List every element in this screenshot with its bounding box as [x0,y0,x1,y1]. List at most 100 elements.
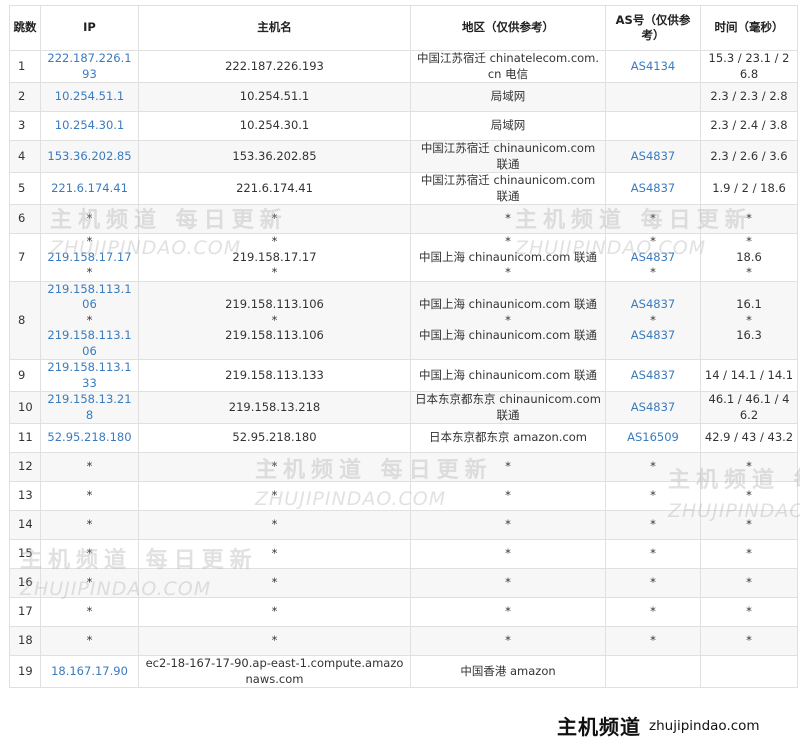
region-cell: 中国上海 chinaunicom.com 联通 [410,359,606,392]
ip-cell: 219.158.113.106 * 219.158.113.106 [40,280,139,360]
hostname-cell-text: 222.187.226.193 [225,58,324,73]
ip-cell: * [40,510,139,540]
header-ip: IP [40,5,139,51]
ip-link[interactable]: 52.95.218.180 [44,430,135,446]
as-cell: AS16509 [605,423,701,453]
ip-cell: * [40,597,139,627]
hop-cell: 13 [9,481,41,511]
hostname-cell: 153.36.202.85 [138,140,411,173]
hop-cell: 12 [9,452,41,482]
time-cell-text: 16.3 [736,328,762,342]
hostname-cell: * [138,481,411,511]
ip-link[interactable]: 219.158.17.17 [44,250,135,266]
time-cell: * [700,481,798,511]
hostname-cell-text: * [271,575,278,590]
hostname-cell: 219.158.113.133 [138,359,411,392]
as-link[interactable]: AS4837 [609,297,697,313]
ip-link[interactable]: 222.187.226.193 [44,51,135,82]
region-cell-text: * [505,633,511,648]
ip-link[interactable]: 219.158.113.106 [44,328,135,359]
hostname-cell: 222.187.226.193 [138,50,411,83]
ip-cell: 10.254.30.1 [40,111,139,141]
time-cell: * 18.6 * [700,233,798,282]
as-link[interactable]: AS4837 [609,181,697,197]
time-cell-text: * [746,633,752,648]
hostname-cell-text: ec2-18-167-17-90.ap-east-1.compute.amazo… [145,656,404,686]
hostname-cell-text: 219.158.113.133 [225,367,324,382]
time-cell-text: * [746,459,752,474]
time-cell: 2.3 / 2.4 / 3.8 [700,111,798,141]
hostname-cell: * [138,539,411,569]
hostname-cell: 10.254.30.1 [138,111,411,141]
region-cell: 中国上海 chinaunicom.com 联通 * 中国上海 chinaunicom… [410,280,606,360]
hop-cell: 17 [9,597,41,627]
region-cell: * [410,204,606,234]
ip-link[interactable]: 10.254.51.1 [44,89,135,105]
time-cell-text: * [746,488,752,503]
as-cell: AS4837 [605,391,701,424]
ip-cell-text: * [86,488,93,503]
ip-link[interactable]: 219.158.113.106 [44,282,135,313]
table-row: 3 10.254.30.1 10.254.30.1 局域网 2.3 / 2.4 / 3.… [9,111,798,141]
region-cell-text: 中国上海 chinaunicom.com 联通 [418,328,597,342]
ip-link[interactable]: 10.254.30.1 [44,118,135,134]
ip-cell-text: * [86,633,93,648]
ip-link[interactable]: 219.158.113.133 [44,360,135,391]
as-link[interactable]: AS4837 [609,328,697,344]
header-time: 时间（毫秒） [700,5,798,51]
region-cell-text: 中国香港 amazon [460,663,556,678]
hostname-cell: * [138,597,411,627]
region-cell-text: * [505,312,511,327]
region-cell-text: 中国上海 chinaunicom.com 联通 [418,297,597,311]
hop-cell: 9 [9,359,41,392]
as-link[interactable]: AS4837 [609,368,697,384]
hop-cell: 16 [9,568,41,598]
ip-cell-text: * [86,459,93,474]
ip-link[interactable]: 219.158.13.218 [44,392,135,423]
as-cell-text: * [650,546,656,561]
as-cell-text: * [650,604,656,619]
region-cell-text: * [505,604,511,619]
region-cell-text: 局域网 [490,118,526,133]
header-hostname: 主机名 [138,5,411,51]
ip-cell: 153.36.202.85 [40,140,139,173]
hostname-cell-text: * [271,459,278,474]
ip-cell: 219.158.113.133 [40,359,139,392]
region-cell: * [410,568,606,598]
ip-cell-text: * [86,265,93,279]
as-link[interactable]: AS4837 [609,250,697,266]
time-cell: 15.3 / 23.1 / 26.8 [700,50,798,83]
hostname-cell-text: 52.95.218.180 [232,430,317,445]
as-cell: AS4134 [605,50,701,83]
table-row: 13 * * * * * [9,481,798,511]
region-cell-text: * [505,211,511,226]
as-cell [605,111,701,141]
region-cell: * [410,597,606,627]
table-row: 7 * 219.158.17.17 * * 219.158.17.17 * * 中国上海 chi… [9,233,798,282]
header-as: AS号（仅供参考） [605,5,701,51]
time-cell-text: 1.9 / 2 / 18.6 [712,180,786,195]
as-link[interactable]: AS4837 [609,400,697,416]
as-cell: * [605,626,701,656]
as-link[interactable]: AS4134 [609,59,697,75]
as-link[interactable]: AS4837 [609,149,697,165]
time-cell: * [700,510,798,540]
as-cell: * [605,597,701,627]
ip-link[interactable]: 221.6.174.41 [44,181,135,197]
hostname-cell-text: 221.6.174.41 [236,180,313,195]
ip-cell: * 219.158.17.17 * [40,233,139,282]
time-cell: * [700,204,798,234]
hostname-cell-text: * [271,604,278,619]
as-link[interactable]: AS16509 [609,430,697,446]
ip-link[interactable]: 153.36.202.85 [44,149,135,165]
region-cell: 日本东京都东京 chinaunicom.com 联通 [410,391,606,424]
hostname-cell-text: 219.158.113.106 [225,297,324,311]
table-row: 15 * * * * * [9,539,798,569]
region-cell: * 中国上海 chinaunicom.com 联通 * [410,233,606,282]
time-cell-text: 46.1 / 46.1 / 46.2 [708,392,790,422]
hop-cell: 6 [9,204,41,234]
region-cell-text: 日本东京都东京 chinaunicom.com 联通 [415,392,601,422]
ip-link[interactable]: 18.167.17.90 [44,664,135,680]
header-region: 地区（仅供参考） [410,5,606,51]
hostname-cell-text: 219.158.13.218 [228,399,321,414]
